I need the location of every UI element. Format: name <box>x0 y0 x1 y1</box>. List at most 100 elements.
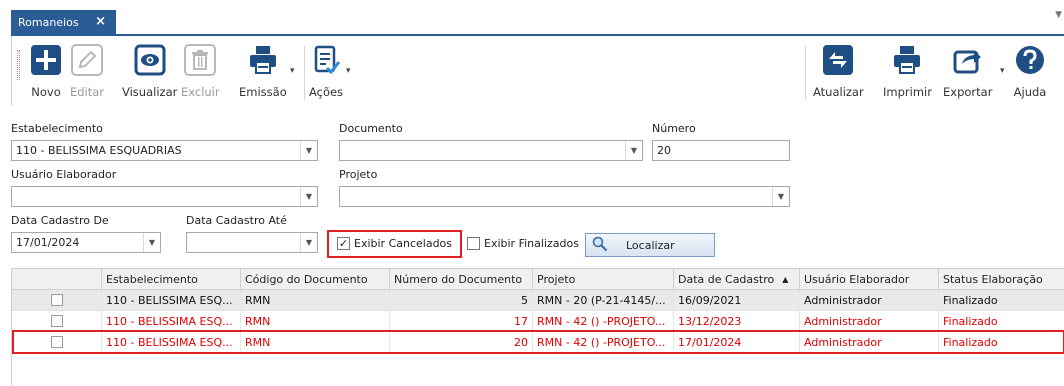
cell-numero: 5 <box>390 290 533 310</box>
exibir-cancelados-checkbox[interactable]: ✓ Exibir Cancelados <box>337 237 452 250</box>
checkbox-empty-icon[interactable] <box>50 315 63 327</box>
numero-input[interactable]: 20 <box>652 140 790 161</box>
estabelecimento-value: 110 - BELISSIMA ESQUADRIAS <box>16 144 182 157</box>
documento-select[interactable]: ▼ <box>339 140 643 161</box>
cell-numero: 17 <box>390 311 533 331</box>
exibir-cancelados-label: Exibir Cancelados <box>354 237 453 250</box>
cell-status: Finalizado <box>943 314 998 328</box>
documento-label: Documento <box>339 122 403 135</box>
editar-button[interactable]: Editar <box>69 42 105 99</box>
cell-data: 13/12/2023 <box>674 311 800 331</box>
checkbox-empty-icon[interactable] <box>50 294 63 306</box>
table-row[interactable]: 110 - BELISSIMA ESQ... RMN 17 RMN - 42 (… <box>12 311 1064 332</box>
cell-usuario: Administrador <box>800 290 939 310</box>
visualizar-label: Visualizar <box>122 85 178 99</box>
exportar-label: Exportar <box>943 85 993 99</box>
export-icon <box>950 42 986 78</box>
acoes-label: Ações <box>308 85 344 99</box>
cell-estabelecimento: 110 - BELISSIMA ESQ... <box>102 290 241 310</box>
exibir-finalizados-checkbox[interactable]: Exibir Finalizados <box>467 237 579 250</box>
localizar-button[interactable]: Localizar <box>585 233 715 257</box>
trash-icon <box>182 42 218 78</box>
editar-label: Editar <box>69 85 105 99</box>
cell-data: 16/09/2021 <box>674 290 800 310</box>
chevron-down-icon[interactable]: ▼ <box>772 187 789 206</box>
printer-icon <box>889 42 925 78</box>
numero-label: Número <box>652 122 696 135</box>
pencil-icon <box>69 42 105 78</box>
imprimir-button[interactable]: Imprimir <box>883 42 932 99</box>
eye-icon <box>132 42 168 78</box>
data-ate-label: Data Cadastro Até <box>186 214 287 227</box>
ajuda-button[interactable]: Ajuda <box>1012 42 1048 99</box>
ajuda-label: Ajuda <box>1013 85 1047 99</box>
excluir-button[interactable]: Excluir <box>181 42 220 99</box>
excluir-label: Excluir <box>181 85 220 99</box>
column-header-codigo[interactable]: Código do Documento <box>241 269 390 290</box>
chevron-down-icon[interactable]: ▼ <box>1055 10 1062 20</box>
emissao-label: Emissão <box>239 85 287 99</box>
estabelecimento-select[interactable]: 110 - BELISSIMA ESQUADRIAS ▼ <box>11 140 318 161</box>
chevron-down-icon[interactable]: ▼ <box>300 187 317 206</box>
row-select-cell[interactable] <box>12 290 102 310</box>
toolbar: Novo Editar Visualizar Excluir Emissão ▾ <box>11 36 1064 106</box>
printer-icon <box>245 42 281 78</box>
romaneios-grid: Estabelecimento Código do Documento Núme… <box>11 268 1064 386</box>
visualizar-button[interactable]: Visualizar <box>122 42 177 99</box>
cell-usuario: Administrador <box>800 311 939 331</box>
exportar-button[interactable]: Exportar <box>943 42 992 99</box>
data-ate-picker[interactable]: ▼ <box>186 232 318 253</box>
projeto-label: Projeto <box>339 168 378 181</box>
column-header-estabelecimento[interactable]: Estabelecimento <box>102 269 241 290</box>
novo-label: Novo <box>31 85 61 99</box>
data-de-value: 17/01/2024 <box>16 236 80 249</box>
check-icon: ✓ <box>337 237 350 250</box>
column-header-data[interactable]: Data de Cadastro ▲ <box>674 269 800 290</box>
usuario-label: Usuário Elaborador <box>11 168 117 181</box>
chevron-down-icon[interactable]: ▼ <box>300 141 317 160</box>
row-select-cell[interactable] <box>12 311 102 331</box>
cell-codigo: RMN <box>241 311 390 331</box>
atualizar-button[interactable]: Atualizar <box>813 42 864 99</box>
close-icon[interactable]: × <box>95 14 106 29</box>
column-header-projeto[interactable]: Projeto <box>533 269 674 290</box>
tab-romaneios[interactable]: Romaneios × <box>11 10 116 34</box>
usuario-select[interactable]: ▼ <box>11 186 318 207</box>
chevron-down-icon[interactable]: ▼ <box>143 233 160 252</box>
tab-strip: Romaneios × ▼ <box>0 0 1064 36</box>
sort-ascending-icon: ▲ <box>782 275 789 284</box>
toolbar-grip[interactable] <box>17 50 20 80</box>
atualizar-label: Atualizar <box>813 85 864 99</box>
emissao-dropdown-icon[interactable]: ▾ <box>290 66 295 76</box>
help-icon <box>1012 42 1048 78</box>
cell-projeto: RMN - 20 (P-21-4145/... <box>533 290 674 310</box>
refresh-icon <box>820 42 856 78</box>
emissao-button[interactable]: Emissão <box>239 42 287 99</box>
imprimir-label: Imprimir <box>883 85 932 99</box>
estabelecimento-label: Estabelecimento <box>11 122 103 135</box>
column-header-usuario[interactable]: Usuário Elaborador <box>800 269 939 290</box>
chevron-down-icon[interactable]: ▼ <box>300 233 317 252</box>
numero-value: 20 <box>657 144 671 157</box>
cell-status: Finalizado <box>943 293 998 307</box>
acoes-dropdown-icon[interactable]: ▾ <box>346 66 351 76</box>
column-header-numero[interactable]: Número do Documento <box>390 269 533 290</box>
toolbar-separator <box>805 46 806 100</box>
column-header-select[interactable] <box>12 269 102 290</box>
plus-icon <box>28 42 64 78</box>
checklist-icon <box>308 42 344 78</box>
toolbar-separator <box>304 46 305 100</box>
novo-button[interactable]: Novo <box>28 42 64 99</box>
projeto-select[interactable]: ▼ <box>339 186 790 207</box>
column-header-status[interactable]: Status Elaboração <box>939 269 1064 290</box>
data-de-picker[interactable]: 17/01/2024 ▼ <box>11 232 161 253</box>
exportar-dropdown-icon[interactable]: ▾ <box>1000 66 1005 76</box>
cell-projeto: RMN - 42 () -PROJETO... <box>533 311 674 331</box>
data-de-label: Data Cadastro De <box>11 214 109 227</box>
column-header-data-label: Data de Cadastro <box>678 273 775 286</box>
cell-codigo: RMN <box>241 290 390 310</box>
table-row[interactable]: 110 - BELISSIMA ESQ... RMN 5 RMN - 20 (P… <box>12 290 1064 311</box>
acoes-button[interactable]: Ações <box>308 42 344 99</box>
chevron-down-icon[interactable]: ▼ <box>625 141 642 160</box>
tab-label: Romaneios <box>18 15 79 29</box>
